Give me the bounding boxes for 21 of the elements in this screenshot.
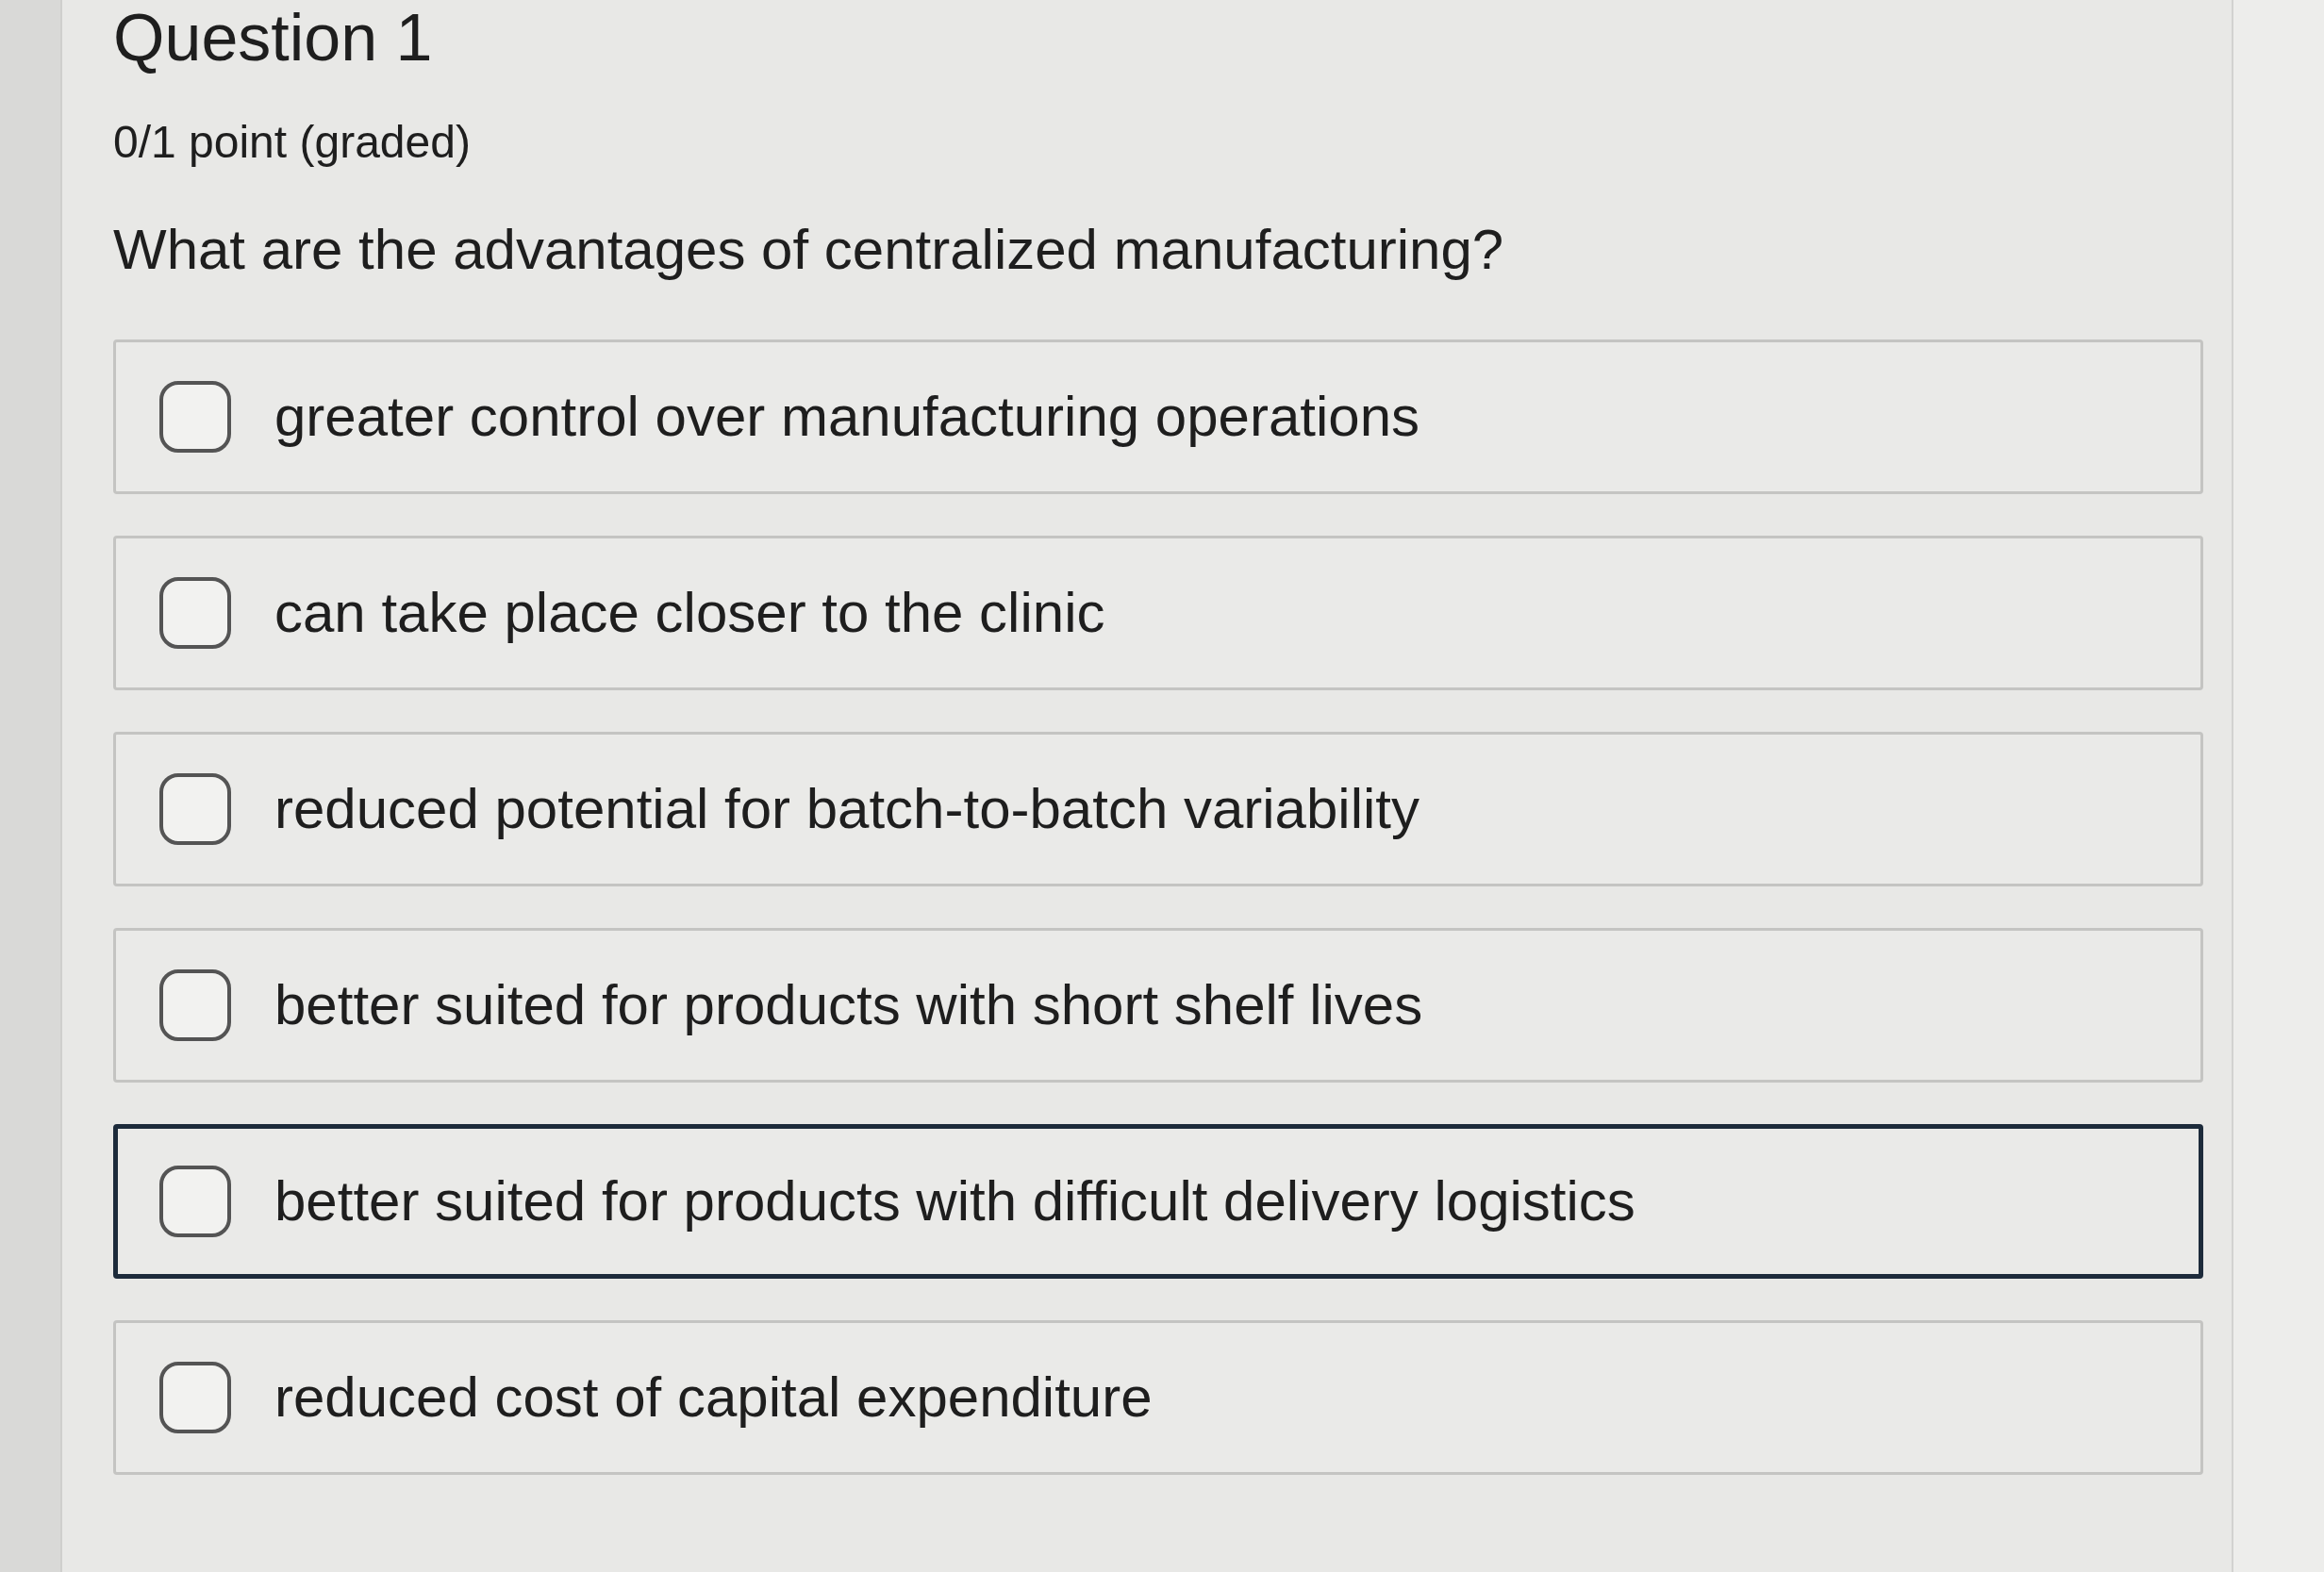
option-label: better suited for products with difficult delivery logistics — [274, 1168, 1635, 1234]
question-title: Question 1 — [113, 0, 433, 75]
checkbox[interactable] — [159, 381, 231, 453]
checkbox[interactable] — [159, 969, 231, 1041]
answer-option[interactable]: can take place closer to the clinic — [113, 536, 2203, 690]
option-label: reduced cost of capital expenditure — [274, 1365, 1153, 1431]
question-text: What are the advantages of centralized manufacturing? — [113, 217, 1504, 283]
checkbox[interactable] — [159, 577, 231, 649]
answer-option[interactable]: greater control over manufacturing operations — [113, 339, 2203, 494]
option-label: better suited for products with short shelf lives — [274, 972, 1423, 1038]
checkbox[interactable] — [159, 1362, 231, 1433]
checkbox[interactable] — [159, 773, 231, 845]
option-label: reduced potential for batch-to-batch variability — [274, 776, 1419, 842]
option-label: can take place closer to the clinic — [274, 580, 1105, 646]
answer-option[interactable]: reduced cost of capital expenditure — [113, 1320, 2203, 1475]
answer-option[interactable]: better suited for products with difficult delivery logistics — [113, 1124, 2203, 1279]
option-label: greater control over manufacturing operations — [274, 384, 1419, 450]
points-text: 0/1 point (graded) — [113, 116, 471, 169]
answer-option[interactable]: reduced potential for batch-to-batch variability — [113, 732, 2203, 886]
answer-option[interactable]: better suited for products with short shelf lives — [113, 928, 2203, 1083]
checkbox[interactable] — [159, 1166, 231, 1237]
